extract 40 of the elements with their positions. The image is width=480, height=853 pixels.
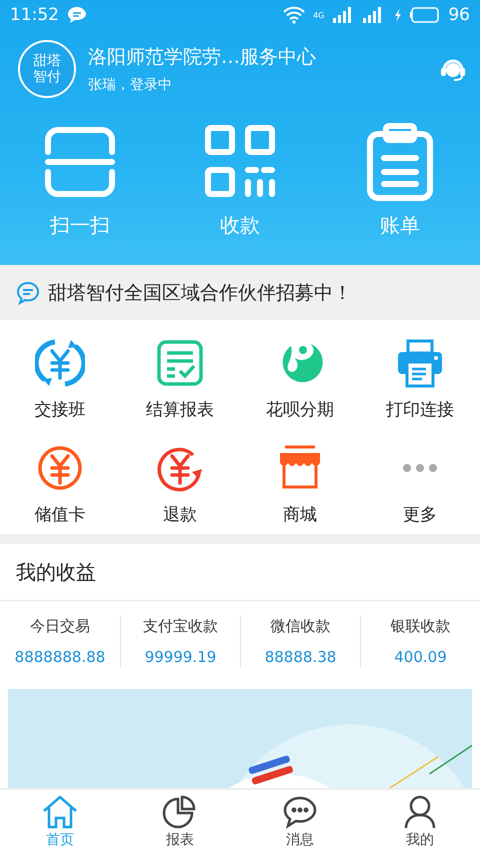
stat-label: 银联收款 xyxy=(390,616,450,636)
login-status: 张瑞，登录中 xyxy=(88,76,173,94)
stat-value: 8888888.88 xyxy=(14,648,106,666)
user-icon xyxy=(402,794,438,828)
home-icon xyxy=(42,794,78,828)
charging-icon xyxy=(394,8,402,22)
status-time: 11:52 xyxy=(10,5,59,25)
nav-tab[interactable]: 消息 xyxy=(240,790,360,853)
report-icon xyxy=(155,338,205,388)
logo-text: 智付 xyxy=(33,69,61,85)
stat-label: 支付宝收款 xyxy=(143,616,218,636)
feature-button[interactable]: 储值卡 xyxy=(0,443,120,526)
stat-value: 88888.38 xyxy=(264,648,336,666)
stat-value: 400.09 xyxy=(394,648,447,666)
feature-button[interactable]: 打印连接 xyxy=(360,338,480,421)
nav-tab[interactable]: 报表 xyxy=(120,790,240,853)
feature-button[interactable]: 更多 xyxy=(360,443,480,526)
battery-icon xyxy=(410,7,440,23)
feature-button[interactable]: 结算报表 xyxy=(120,338,240,421)
stat-label: 今日交易 xyxy=(30,616,90,636)
more-icon xyxy=(403,464,437,472)
feature-button[interactable]: 交接班 xyxy=(0,338,120,421)
feature-button[interactable]: 退款 xyxy=(120,443,240,526)
message-icon xyxy=(67,6,87,24)
merchant-name: 洛阳师范学院劳…服务中心 xyxy=(88,45,317,70)
network-type: 4G xyxy=(313,10,324,20)
feature-button[interactable]: 商城 xyxy=(240,443,360,526)
printer-icon xyxy=(395,338,445,388)
feature-button[interactable]: 花呗分期 xyxy=(240,338,360,421)
wifi-icon xyxy=(283,6,306,24)
pie-chart-icon xyxy=(162,794,198,828)
battery-percent: 96 xyxy=(448,5,470,25)
nav-tab[interactable]: 我的 xyxy=(360,790,480,853)
stat-label: 微信收款 xyxy=(270,616,330,636)
chat-icon xyxy=(16,280,40,304)
logo-text: 甜塔 xyxy=(33,53,61,69)
yen-exchange-icon xyxy=(35,338,85,388)
stat-value: 99999.19 xyxy=(144,648,216,666)
chat-icon xyxy=(282,794,318,828)
section-title: 我的收益 xyxy=(16,558,96,586)
